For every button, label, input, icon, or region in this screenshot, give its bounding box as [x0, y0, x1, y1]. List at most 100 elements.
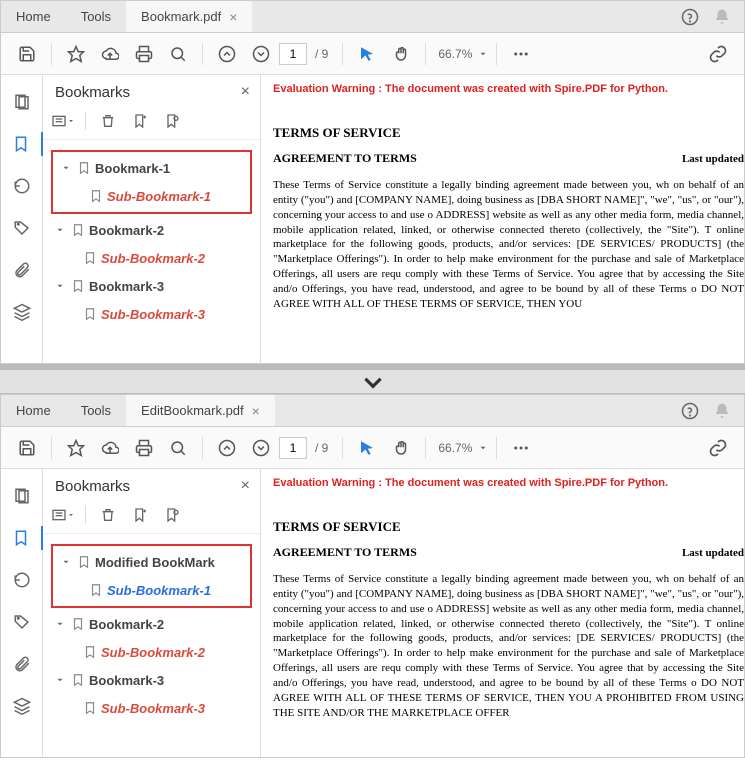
help-icon[interactable] — [680, 7, 700, 27]
tab-tools[interactable]: Tools — [66, 1, 126, 32]
bookmark-node[interactable]: Bookmark-2 — [47, 216, 256, 244]
bookmark-label[interactable]: Bookmark-1 — [95, 161, 170, 176]
page-down-icon[interactable] — [245, 38, 277, 70]
bookmark-sub-label[interactable]: Sub-Bookmark-2 — [101, 645, 205, 660]
more-tools-icon[interactable] — [505, 432, 537, 464]
bookmark-sub-node[interactable]: Sub-Bookmark-3 — [47, 300, 256, 328]
search-icon[interactable] — [162, 432, 194, 464]
bookmarks-strip-icon[interactable] — [1, 132, 43, 156]
new-bookmark-icon[interactable] — [128, 503, 152, 527]
save-icon[interactable] — [11, 432, 43, 464]
star-icon[interactable] — [60, 432, 92, 464]
document-view[interactable]: Evaluation Warning : The document was cr… — [261, 469, 744, 757]
chevron-down-icon[interactable] — [55, 619, 67, 629]
cloud-upload-icon[interactable] — [94, 432, 126, 464]
chevron-down-icon[interactable] — [61, 163, 73, 173]
tab-home[interactable]: Home — [1, 395, 66, 426]
bookmark-sub-node[interactable]: Sub-Bookmark-3 — [47, 694, 256, 722]
bookmark-label[interactable]: Bookmark-3 — [89, 279, 164, 294]
evaluation-warning: Evaluation Warning : The document was cr… — [273, 83, 744, 95]
bookmark-icon — [89, 583, 103, 597]
share-link-icon[interactable] — [702, 432, 734, 464]
chevron-down-icon[interactable] — [55, 675, 67, 685]
tab-close-icon[interactable]: × — [229, 9, 237, 25]
bookmarks-strip-icon[interactable] — [1, 526, 43, 550]
bookmark-sub-label[interactable]: Sub-Bookmark-3 — [101, 307, 205, 322]
bookmark-node[interactable]: Bookmark-1 — [53, 154, 250, 182]
chevron-down-icon[interactable] — [61, 557, 73, 567]
page-up-icon[interactable] — [211, 38, 243, 70]
find-bookmark-icon[interactable] — [160, 109, 184, 133]
delete-bookmark-icon[interactable] — [96, 109, 120, 133]
tab-document[interactable]: EditBookmark.pdf × — [126, 395, 275, 426]
cloud-upload-icon[interactable] — [94, 38, 126, 70]
bookmark-node[interactable]: Modified BookMark — [53, 548, 250, 576]
tab-close-icon[interactable]: × — [252, 403, 260, 419]
bookmark-node[interactable]: Bookmark-3 — [47, 666, 256, 694]
selection-arrow-icon[interactable] — [351, 432, 383, 464]
zoom-dropdown-icon[interactable] — [478, 443, 488, 453]
find-bookmark-icon[interactable] — [160, 503, 184, 527]
history-icon[interactable] — [10, 568, 34, 592]
hand-pan-icon[interactable] — [385, 432, 417, 464]
bookmark-sub-label[interactable]: Sub-Bookmark-1 — [107, 189, 211, 204]
bookmark-node[interactable]: Bookmark-3 — [47, 272, 256, 300]
tag-icon[interactable] — [10, 610, 34, 634]
bookmark-label[interactable]: Modified BookMark — [95, 555, 215, 570]
document-view[interactable]: Evaluation Warning : The document was cr… — [261, 75, 744, 363]
bookmarks-tree: Modified BookMark Sub-Bookmark-1 Bookmark-… — [43, 534, 260, 757]
layers-icon[interactable] — [10, 694, 34, 718]
bookmark-sub-node[interactable]: Sub-Bookmark-1 — [53, 576, 250, 604]
delete-bookmark-icon[interactable] — [96, 503, 120, 527]
tab-document[interactable]: Bookmark.pdf × — [126, 1, 252, 32]
star-icon[interactable] — [60, 38, 92, 70]
bell-icon[interactable] — [712, 401, 732, 421]
bookmark-node[interactable]: Bookmark-2 — [47, 610, 256, 638]
bell-icon[interactable] — [712, 7, 732, 27]
save-icon[interactable] — [11, 38, 43, 70]
bookmark-sub-node[interactable]: Sub-Bookmark-2 — [47, 244, 256, 272]
chevron-down-icon[interactable] — [55, 225, 67, 235]
tab-home[interactable]: Home — [1, 1, 66, 32]
panel-options-icon[interactable] — [51, 503, 75, 527]
panel-options-icon[interactable] — [51, 109, 75, 133]
bookmark-sub-label[interactable]: Sub-Bookmark-2 — [101, 251, 205, 266]
doc-subtitle: AGREEMENT TO TERMS — [273, 151, 682, 166]
page-total-label: / 9 — [315, 441, 328, 455]
share-link-icon[interactable] — [702, 38, 734, 70]
attachment-icon[interactable] — [10, 258, 34, 282]
bookmark-sub-node[interactable]: Sub-Bookmark-2 — [47, 638, 256, 666]
bookmark-sub-label[interactable]: Sub-Bookmark-3 — [101, 701, 205, 716]
page-down-icon[interactable] — [245, 432, 277, 464]
print-icon[interactable] — [128, 38, 160, 70]
hand-pan-icon[interactable] — [385, 38, 417, 70]
page-up-icon[interactable] — [211, 432, 243, 464]
bookmark-sub-node[interactable]: Sub-Bookmark-1 — [53, 182, 250, 210]
bookmarks-panel: Bookmarks × Bookmark-1Sub-Bookmark-1Book… — [43, 75, 261, 363]
page-number-input[interactable] — [279, 43, 307, 65]
history-icon[interactable] — [10, 174, 34, 198]
thumbnails-icon[interactable] — [10, 484, 34, 508]
zoom-dropdown-icon[interactable] — [478, 49, 488, 59]
page-number-input[interactable] — [279, 437, 307, 459]
panel-close-icon[interactable]: × — [241, 477, 250, 495]
selection-arrow-icon[interactable] — [351, 38, 383, 70]
print-icon[interactable] — [128, 432, 160, 464]
help-icon[interactable] — [680, 401, 700, 421]
panel-close-icon[interactable]: × — [241, 83, 250, 101]
bookmark-label[interactable]: Bookmark-2 — [89, 617, 164, 632]
bookmark-label[interactable]: Bookmark-2 — [89, 223, 164, 238]
new-bookmark-icon[interactable] — [128, 109, 152, 133]
attachment-icon[interactable] — [10, 652, 34, 676]
thumbnails-icon[interactable] — [10, 90, 34, 114]
more-tools-icon[interactable] — [505, 38, 537, 70]
side-strip — [1, 75, 43, 363]
tag-icon[interactable] — [10, 216, 34, 240]
chevron-down-icon[interactable] — [55, 281, 67, 291]
bookmark-label[interactable]: Bookmark-3 — [89, 673, 164, 688]
layers-icon[interactable] — [10, 300, 34, 324]
bookmark-sub-label[interactable]: Sub-Bookmark-1 — [107, 583, 211, 598]
search-icon[interactable] — [162, 38, 194, 70]
tab-tools[interactable]: Tools — [66, 395, 126, 426]
bookmark-icon — [71, 223, 85, 237]
